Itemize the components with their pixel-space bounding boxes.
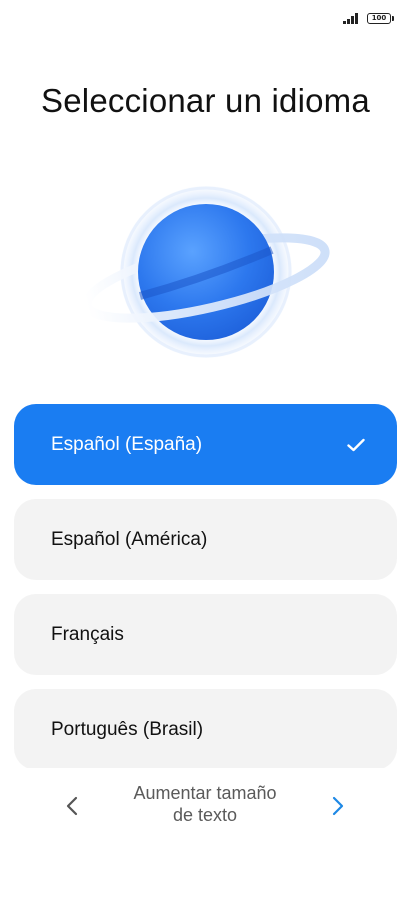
- language-selection-screen: 100 Seleccionar un idioma Español (Españ…: [0, 0, 411, 914]
- language-option-label: Português (Brasil): [51, 718, 204, 740]
- increase-text-size-button[interactable]: Aumentar tamaño de texto: [105, 782, 305, 826]
- battery-icon: 100: [367, 12, 394, 24]
- language-option-espanol-espana[interactable]: Español (España): [14, 404, 397, 485]
- next-button[interactable]: [326, 792, 350, 820]
- language-option-label: Español (España): [51, 433, 203, 455]
- status-bar: 100: [343, 10, 394, 26]
- planet-icon: [78, 178, 338, 368]
- language-option-label: Français: [51, 623, 124, 645]
- language-option-espanol-america[interactable]: Español (América): [14, 499, 397, 580]
- signal-icon: [343, 12, 361, 24]
- language-list: Español (España) Español (América) Franç…: [14, 404, 397, 768]
- language-option-label: Español (América): [51, 528, 208, 550]
- chevron-right-icon: [332, 796, 344, 816]
- chevron-left-icon: [66, 796, 78, 816]
- language-option-francais[interactable]: Français: [14, 594, 397, 675]
- back-button[interactable]: [60, 792, 84, 820]
- checkmark-icon: [347, 438, 365, 451]
- bottom-navigation: Aumentar tamaño de texto: [0, 782, 411, 834]
- page-title: Seleccionar un idioma: [41, 82, 370, 119]
- text-size-label-line2: de texto: [172, 805, 238, 825]
- text-size-label-line1: Aumentar tamaño: [133, 783, 277, 803]
- language-option-portugues-brasil[interactable]: Português (Brasil): [14, 689, 397, 768]
